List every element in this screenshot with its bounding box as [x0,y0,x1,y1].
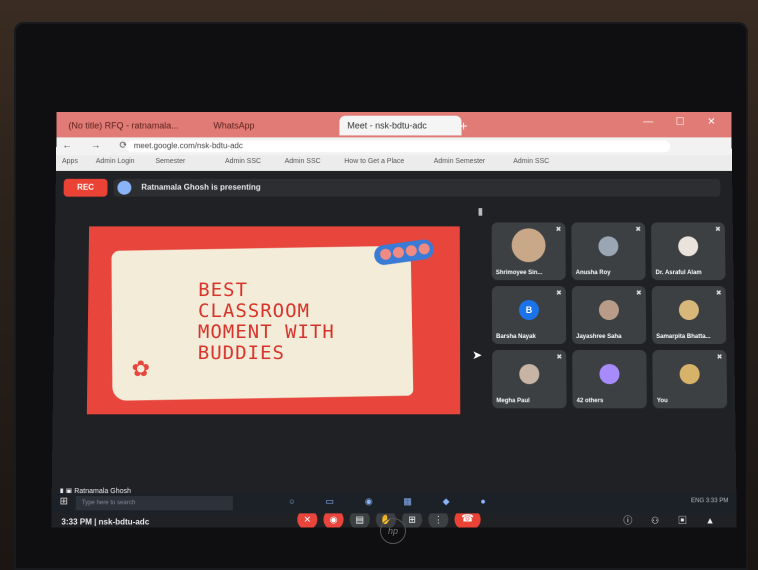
participant-tile[interactable]: ✖ Shrimoyee Sin... [491,222,566,281]
participant-tile[interactable]: ✖ You [652,350,728,409]
laptop-screen: (No title) RFQ - ratnamala... WhatsApp M… [51,111,737,528]
participant-tile[interactable]: ✖ Anusha Roy [571,222,646,281]
avatar [599,364,620,385]
participant-tile[interactable]: B ✖ Barsha Nayak [491,286,567,345]
bookmarks-bar: Apps Admin Login Semester Admin SSC Admi… [55,155,733,171]
cursor-icon: ➤ [472,348,483,363]
mic-off-icon: ✖ [715,290,722,298]
tag-dot [405,244,418,257]
pin-icon[interactable]: ▮ [478,207,484,218]
url-field[interactable]: meet.google.com/nsk-bdtu-adc [125,140,671,153]
participant-name: Shrimoyee Sin... [495,270,543,277]
tab-whatsapp[interactable]: WhatsApp [205,116,342,136]
slide-line: MOMENT WITH [197,320,335,344]
tab-meet[interactable]: Meet - nsk-bdtu-adc [339,115,462,136]
taskbar-app-icons[interactable]: ○ ▭ ◉ ▦ ◆ ● [289,496,500,507]
participant-tile[interactable]: ✖ Megha Paul [492,350,567,409]
slide-line: BUDDIES [197,342,285,365]
avatar [511,228,546,263]
flower-icon: ✿ [131,356,151,382]
meet-area: REC Ratnamala Ghosh is presenting BEST C… [51,170,737,528]
slide-line: BEST [198,279,248,302]
avatar [598,236,619,257]
bookmark-item[interactable]: Admin SSC [225,158,261,165]
slide-tag [372,238,436,267]
tag-dot [392,246,405,259]
mic-off-icon: ✖ [555,226,562,234]
presenter-icon [117,180,132,195]
mic-off-icon: ✖ [556,354,563,362]
mic-off-icon: ✖ [716,354,723,362]
hp-logo: hp [380,518,406,544]
participant-name: Jayashree Saha [576,334,622,341]
browser-tab-bar: (No title) RFQ - ratnamala... WhatsApp M… [56,111,732,138]
participant-tile[interactable]: 42 others [572,350,647,409]
avatar: B [518,300,540,320]
avatar [598,300,620,320]
participant-name: Barsha Nayak [496,334,536,341]
nav-buttons[interactable]: ← → ⟳ [62,140,136,151]
avatar [519,364,540,385]
window-controls[interactable]: — ☐ ✕ [643,117,725,128]
windows-taskbar: ⊞ Type here to search ○ ▭ ◉ ▦ ◆ ● ENG 3:… [51,493,737,514]
bookmark-item[interactable]: Admin SSC [285,158,321,165]
mic-off-icon: ✖ [714,226,721,234]
participant-tile[interactable]: ✖ Dr. Asraful Alam [651,222,726,281]
address-bar-row: ← → ⟳ meet.google.com/nsk-bdtu-adc [56,137,732,156]
slide-title: BEST CLASSROOM MOMENT WITH BUDDIES [197,279,335,365]
bookmark-item[interactable]: Apps [62,158,78,165]
participant-tile[interactable]: ✖ Samarpita Bhatta... [651,286,727,345]
avatar [678,300,700,320]
participant-name: Anusha Roy [575,270,611,277]
presentation-slide: BEST CLASSROOM MOMENT WITH BUDDIES ✿ [86,226,461,415]
rec-badge: REC [63,178,108,197]
participant-name: You [656,398,668,405]
slide-line: CLASSROOM [197,300,311,322]
presenting-banner: Ratnamala Ghosh is presenting [113,178,721,197]
start-icon[interactable]: ⊞ [60,496,69,507]
avatar [678,236,699,257]
participant-name: Megha Paul [496,398,530,405]
presenting-label: Ratnamala Ghosh is presenting [141,182,261,192]
new-tab-icon[interactable]: + [459,118,467,134]
system-tray[interactable]: ENG 3:33 PM [691,498,728,504]
bookmark-item[interactable]: Semester [155,158,185,165]
mic-off-icon: ✖ [635,226,642,234]
meeting-time: 3:33 PM | nsk-bdtu-adc [61,517,150,527]
participant-tile[interactable]: ✖ Jayashree Saha [571,286,647,345]
participant-name: Samarpita Bhatta... [656,334,711,341]
bookmark-item[interactable]: Admin Login [96,158,135,165]
meet-side-controls[interactable]: ⓘ ⚇ ▣ ▲ [623,513,722,526]
bookmark-item[interactable]: Admin SSC [513,158,549,165]
tag-dot [379,248,392,261]
bookmark-item[interactable]: How to Get a Place [344,158,404,165]
participant-name: Dr. Asraful Alam [655,270,702,277]
participant-grid: ✖ Shrimoyee Sin... ✖ Anusha Roy ✖ Dr. As… [491,222,734,472]
mic-off-icon: ✖ [555,290,562,298]
avatar [679,364,700,385]
laptop: (No title) RFQ - ratnamala... WhatsApp M… [14,22,748,570]
participant-name: 42 others [576,398,604,405]
tag-dot [417,242,431,256]
bookmark-item[interactable]: Admin Semester [434,158,485,165]
mic-off-icon: ✖ [635,290,642,298]
taskbar-search[interactable]: Type here to search [75,496,233,511]
tab-rfq[interactable]: (No title) RFQ - ratnamala... [60,116,207,136]
